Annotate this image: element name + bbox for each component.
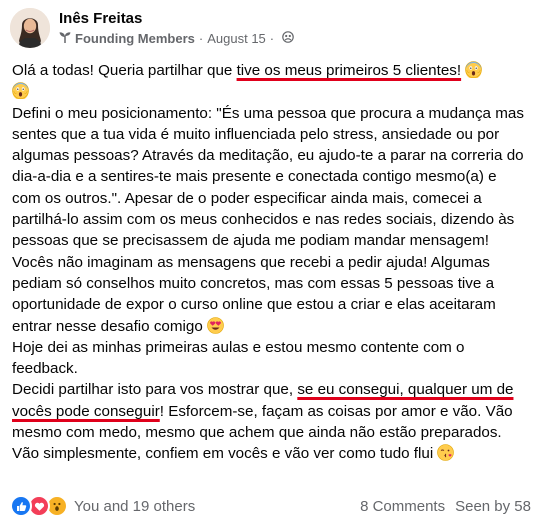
seen-by-count[interactable]: Seen by 58: [455, 498, 531, 515]
group-audience-icon[interactable]: [282, 30, 294, 47]
author-name[interactable]: Inês Freitas: [59, 9, 294, 28]
text-span: Defini o meu posicionamento: "És uma pes…: [12, 104, 524, 335]
text-span: Decidi partilhar isto para vos mostrar q…: [12, 381, 298, 399]
post-date[interactable]: August 15: [207, 30, 266, 47]
face-blowing-a-kiss-emoji: [437, 444, 455, 462]
group-name[interactable]: Founding Members: [75, 30, 195, 47]
text-span: Olá a todas! Queria partilhar que: [12, 62, 237, 79]
like-reaction-icon: [10, 495, 32, 517]
separator-dot: ·: [198, 30, 204, 46]
comments-count[interactable]: 8 Comments: [360, 498, 445, 515]
reactions-label[interactable]: You and 19 others: [74, 498, 195, 515]
post-header: Inês Freitas Founding Members · August 1…: [10, 6, 294, 50]
separator-dot: ·: [269, 30, 275, 46]
paragraph-4: Decidi partilhar isto para vos mostrar q…: [12, 379, 528, 464]
post-subline: Founding Members · August 15 ·: [59, 30, 294, 47]
face-screaming-in-fear-emoji: [465, 61, 483, 79]
post-card: Inês Freitas Founding Members · August 1…: [0, 0, 541, 527]
author-avatar[interactable]: [10, 8, 50, 48]
paragraph-3: Hoje dei as minhas primeiras aulas e est…: [12, 338, 465, 378]
paragraph-2: Defini o meu posicionamento: "És uma pes…: [12, 103, 528, 337]
highlighted-phrase-clients: tive os meus primeiros 5 clientes!: [236, 62, 462, 79]
post-footer: You and 19 others 8 Comments Seen by 58: [10, 495, 531, 517]
face-screaming-in-fear-emoji: [12, 82, 29, 101]
post-body: Olá a todas! Queria partilhar que tive o…: [12, 60, 528, 465]
avatar-photo-icon: [10, 8, 50, 48]
sprout-icon: [59, 30, 71, 47]
paragraph-1: Olá a todas! Queria partilhar que tive o…: [12, 60, 528, 103]
reactions-summary[interactable]: You and 19 others: [10, 495, 195, 517]
smiling-face-with-heart-eyes-emoji: [207, 316, 224, 334]
